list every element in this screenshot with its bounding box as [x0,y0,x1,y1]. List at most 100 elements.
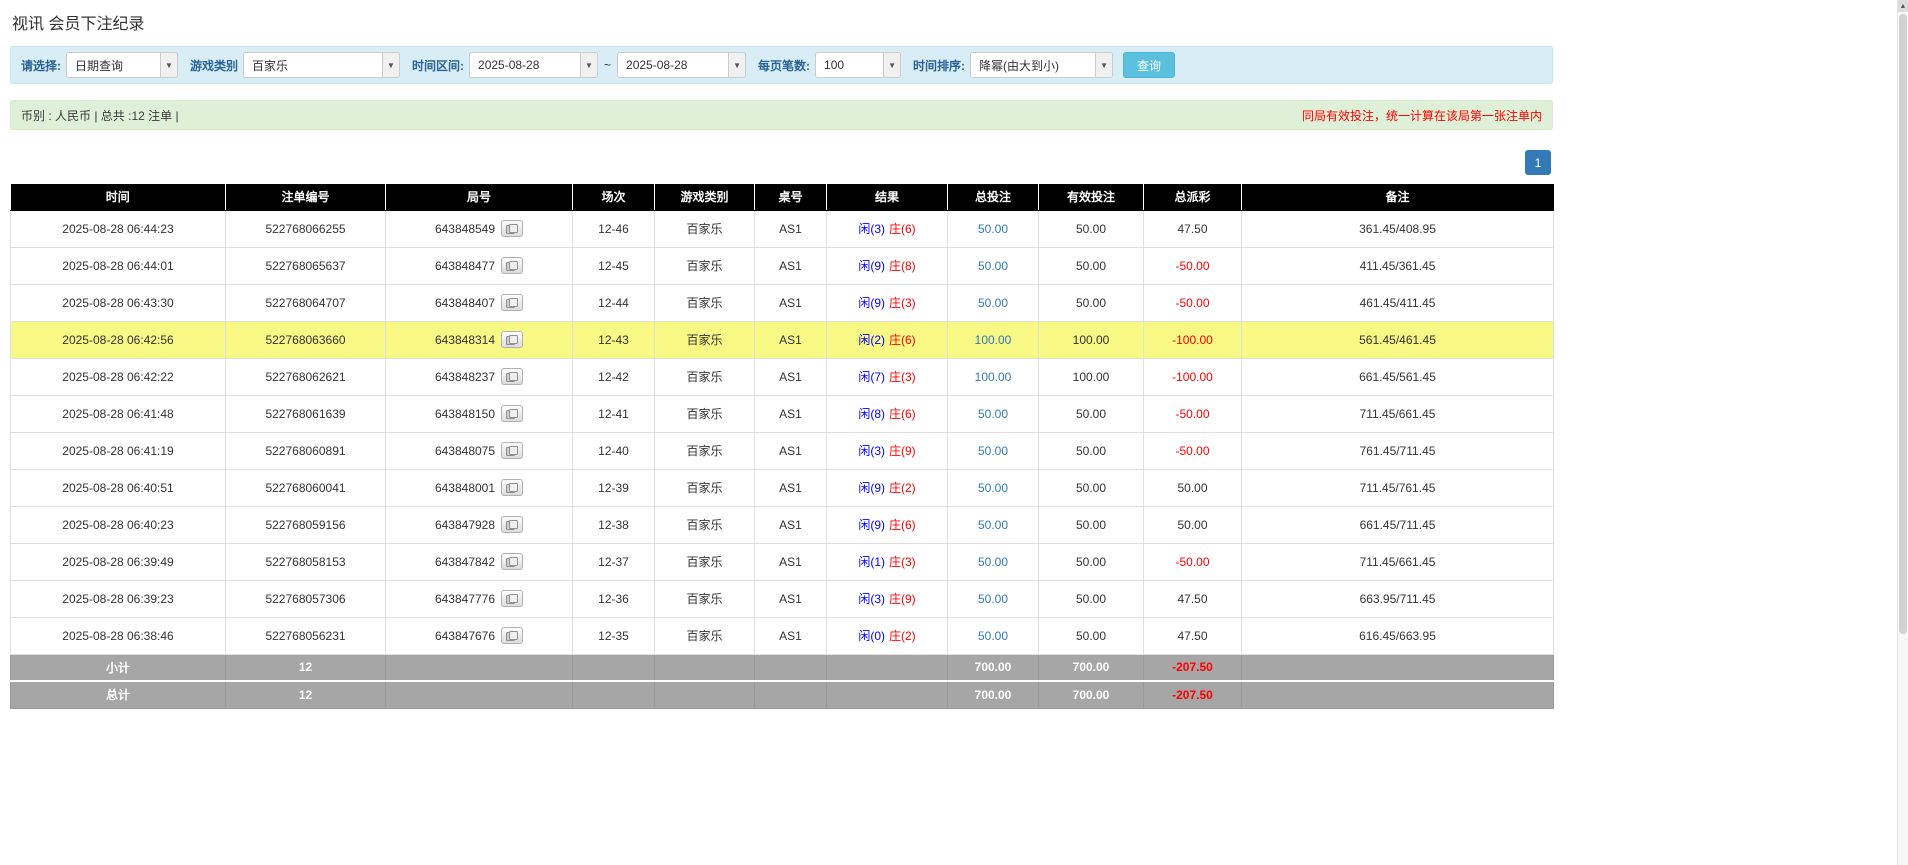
chevron-down-icon[interactable]: ▼ [580,53,597,77]
result-banker: 庄(6) [889,407,916,421]
cell-bet-id: 522768066255 [226,210,386,247]
cell-table-no: AS1 [755,284,827,321]
total-bet-link[interactable]: 50.00 [978,481,1008,495]
round-cards-icon[interactable] [501,442,523,459]
cell-round: 643847776 [386,580,573,617]
round-group: 643848075 [435,442,523,459]
page-size-label: 每页笔数: [758,57,810,74]
cell-table-no: AS1 [755,395,827,432]
cell-round: 643848314 [386,321,573,358]
round-cards-icon[interactable] [501,405,523,422]
table-row: 2025-08-28 06:41:48 522768061639 6438481… [11,395,1554,432]
total-bet-link[interactable]: 50.00 [978,444,1008,458]
date-to-input[interactable]: 2025-08-28 ▼ [617,52,746,78]
column-header: 局号 [386,184,573,210]
chevron-down-icon[interactable]: ▼ [883,53,900,77]
round-cards-icon[interactable] [501,553,523,570]
round-cards-icon[interactable] [501,627,523,644]
summary-empty-cell [386,681,573,708]
pagination: 1 [10,150,1551,176]
cell-time: 2025-08-28 06:44:01 [11,247,226,284]
game-type-select[interactable]: 百家乐 ▼ [243,52,400,78]
cell-round: 643847842 [386,543,573,580]
query-type-select[interactable]: 日期查询 ▼ [66,52,178,78]
cell-game-type: 百家乐 [655,284,755,321]
cell-time: 2025-08-28 06:40:51 [11,469,226,506]
cell-time: 2025-08-28 06:39:49 [11,543,226,580]
total-bet-link[interactable]: 50.00 [978,296,1008,310]
cell-result: 闲(1)庄(3) [827,543,948,580]
round-cards-icon[interactable] [501,220,523,237]
cell-game-type: 百家乐 [655,617,755,654]
total-bet-link[interactable]: 50.00 [978,407,1008,421]
round-cards-icon[interactable] [501,479,523,496]
cell-round: 643848477 [386,247,573,284]
cell-total-bet: 100.00 [948,358,1039,395]
cell-remark: 661.45/711.45 [1242,506,1554,543]
chevron-down-icon[interactable]: ▼ [160,53,177,77]
round-cards-icon[interactable] [501,516,523,533]
cell-payout: -50.00 [1144,432,1242,469]
result-banker: 庄(6) [889,518,916,532]
total-bet-link[interactable]: 100.00 [975,370,1012,384]
cell-valid-bet: 100.00 [1039,321,1144,358]
result-player: 闲(0) [858,629,885,643]
scrollbar-thumb[interactable] [1899,14,1907,634]
cell-bet-id: 522768064707 [226,284,386,321]
table-body: 2025-08-28 06:44:23 522768066255 6438485… [11,210,1554,708]
round-cards-icon[interactable] [501,331,523,348]
page-size-input[interactable]: 100 ▼ [815,52,901,78]
date-to-value: 2025-08-28 [618,58,728,72]
round-cards-icon[interactable] [501,368,523,385]
result-banker: 庄(8) [889,259,916,273]
chevron-down-icon[interactable]: ▼ [728,53,745,77]
round-number: 643848407 [435,296,495,310]
cell-valid-bet: 50.00 [1039,432,1144,469]
date-separator: ~ [604,58,611,72]
summary-empty-cell [1242,654,1554,681]
cell-valid-bet: 50.00 [1039,469,1144,506]
total-bet-link[interactable]: 50.00 [978,518,1008,532]
total-bet-link[interactable]: 50.00 [978,222,1008,236]
cell-session: 12-43 [573,321,655,358]
round-number: 643847928 [435,518,495,532]
result-banker: 庄(2) [889,629,916,643]
total-bet-link[interactable]: 50.00 [978,259,1008,273]
round-group: 643848150 [435,405,523,422]
total-bet-link[interactable]: 100.00 [975,333,1012,347]
cell-result: 闲(0) 庄(2) [827,617,948,654]
round-cards-icon[interactable] [501,590,523,607]
summary-payout: -207.50 [1144,654,1242,681]
query-button[interactable]: 查询 [1123,52,1175,78]
scroll-up-arrow-icon[interactable]: ▲ [1898,0,1908,12]
round-group: 643847676 [435,627,523,644]
result-player: 闲(3) [858,222,885,236]
table-row: 2025-08-28 06:39:49 522768058153 6438478… [11,543,1554,580]
table-row: 2025-08-28 06:39:23 522768057306 6438477… [11,580,1554,617]
cell-table-no: AS1 [755,358,827,395]
round-number: 643848237 [435,370,495,384]
vertical-scrollbar[interactable]: ▲ [1897,0,1908,865]
summary-total-bet: 700.00 [948,681,1039,708]
chevron-down-icon[interactable]: ▼ [1095,53,1112,77]
date-from-input[interactable]: 2025-08-28 ▼ [469,52,598,78]
cell-time: 2025-08-28 06:42:56 [11,321,226,358]
round-cards-icon[interactable] [501,294,523,311]
cell-result: 闲(9)庄(2) [827,469,948,506]
cell-remark: 711.45/761.45 [1242,469,1554,506]
cell-payout: -100.00 [1144,358,1242,395]
filter-bar: 请选择: 日期查询 ▼ 游戏类别 百家乐 ▼ 时间区间: 2025-08-28 … [10,46,1553,84]
page-button-1[interactable]: 1 [1525,150,1551,175]
cell-table-no: AS1 [755,321,827,358]
round-number: 643848477 [435,259,495,273]
round-cards-icon[interactable] [501,257,523,274]
sort-order-select[interactable]: 降幂(由大到小) ▼ [970,52,1113,78]
chevron-down-icon[interactable]: ▼ [382,53,399,77]
table-row: 2025-08-28 06:38:46 522768056231 6438476… [11,617,1554,654]
total-bet-link[interactable]: 50.00 [978,629,1008,643]
total-bet-link[interactable]: 50.00 [978,592,1008,606]
total-bet-link[interactable]: 50.00 [978,555,1008,569]
round-group: 643847842 [435,553,523,570]
round-number: 643848549 [435,222,495,236]
summary-empty-cell [827,681,948,708]
